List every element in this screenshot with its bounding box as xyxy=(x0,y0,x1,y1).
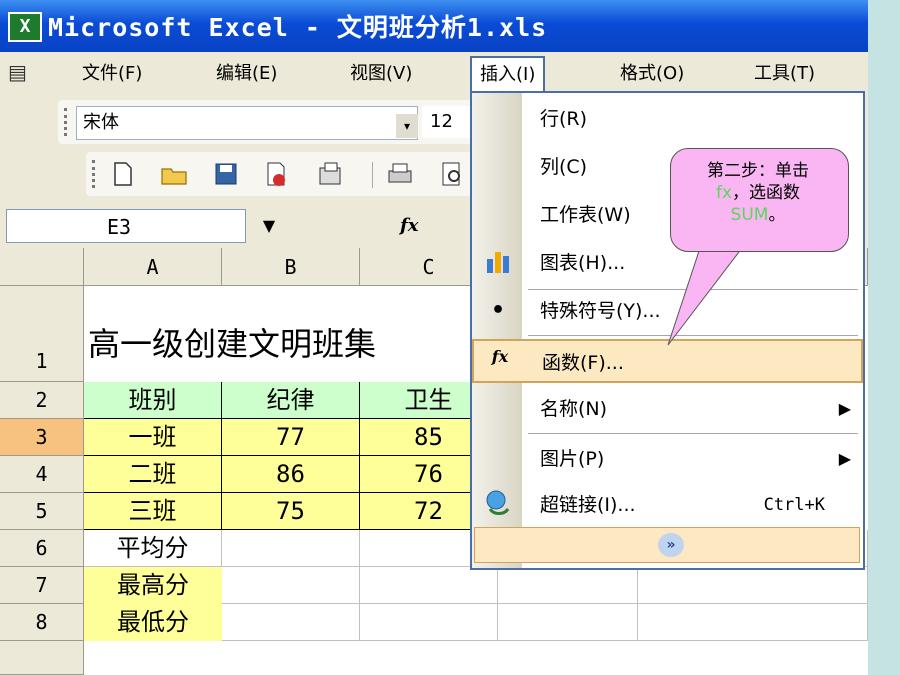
menu-view[interactable]: 视图(V) xyxy=(342,60,420,88)
name-box-dropdown-icon[interactable]: ▼ xyxy=(252,209,286,243)
workbook-menu-icon[interactable]: ▤ xyxy=(8,60,42,88)
row-header-6[interactable]: 6 xyxy=(0,530,84,567)
submenu-arrow-icon: ▶ xyxy=(838,449,851,468)
empty-cell[interactable] xyxy=(498,604,638,641)
print-preview-icon[interactable] xyxy=(438,160,466,188)
empty-cell[interactable] xyxy=(360,604,498,641)
name-box[interactable]: E3 xyxy=(6,209,246,243)
menu-item-label: 超链接(I)... xyxy=(540,494,636,516)
menu-item-shortcut: Ctrl+K xyxy=(763,495,825,515)
menu-item-label: 特殊符号(Y)... xyxy=(540,300,661,322)
excel-window: X Microsoft Excel - 文明班分析1.xls ▤ 文件(F) 编… xyxy=(0,0,868,675)
menu-item-function[interactable]: fx 函数(F)... xyxy=(472,339,863,383)
callout-sum-text: SUM xyxy=(730,205,769,225)
permission-icon[interactable] xyxy=(262,160,290,188)
font-name-select[interactable]: 宋体 xyxy=(76,106,418,140)
data-cell-discipline[interactable]: 86 xyxy=(222,456,360,493)
callout-select-text: ，选函数 xyxy=(732,183,801,203)
header-cell-class[interactable]: 班别 xyxy=(84,382,222,419)
menu-separator xyxy=(528,433,858,434)
row-header-8[interactable]: 8 xyxy=(0,604,84,641)
data-cell-discipline[interactable]: 77 xyxy=(222,419,360,456)
menu-tools[interactable]: 工具(T) xyxy=(746,60,823,88)
menu-item-special-symbol[interactable]: • 特殊符号(Y)... xyxy=(472,289,863,333)
column-header-b[interactable]: B xyxy=(222,248,360,286)
header-cell-discipline[interactable]: 纪律 xyxy=(222,382,360,419)
column-header-a[interactable]: A xyxy=(84,248,222,286)
menu-item-label: 图表(H)... xyxy=(540,252,626,274)
menu-edit[interactable]: 编辑(E) xyxy=(208,60,285,88)
insert-function-icon[interactable]: fx xyxy=(400,209,418,243)
double-chevron-down-icon[interactable]: » xyxy=(658,533,684,557)
formatting-toolbar: 宋体 ▾ 12 xyxy=(58,100,486,144)
toolbar-grip[interactable] xyxy=(64,108,71,136)
menu-bar: ▤ 文件(F) 编辑(E) 视图(V) 插入(I) 格式(O) 工具(T) xyxy=(0,52,868,96)
sheet-title-cell[interactable]: 高一级创建文明班集 xyxy=(84,286,484,382)
menu-item-label: 函数(F)... xyxy=(542,352,624,374)
callout-step-text: 第二步：单击 xyxy=(707,161,809,181)
window-title: Microsoft Excel - 文明班分析1.xls xyxy=(48,13,548,42)
new-document-icon[interactable] xyxy=(108,160,136,188)
toolbar-grip[interactable] xyxy=(92,160,99,188)
slide-background xyxy=(868,0,900,675)
menu-item-name[interactable]: 名称(N) ▶ xyxy=(472,387,863,431)
data-cell-discipline[interactable]: 75 xyxy=(222,493,360,530)
email-icon[interactable] xyxy=(316,160,344,188)
menu-expand-bar[interactable]: » xyxy=(474,527,860,563)
empty-cell[interactable] xyxy=(638,604,868,641)
callout-action-line: fx，选函数 xyxy=(683,183,833,203)
menu-item-label: 行(R) xyxy=(540,108,588,130)
data-cell-class[interactable]: 一班 xyxy=(84,419,222,456)
empty-cell[interactable] xyxy=(222,530,360,567)
row-header-3[interactable]: 3 xyxy=(0,419,84,456)
callout-fx-text: fx xyxy=(715,183,733,203)
bullet-icon: • xyxy=(490,298,506,323)
font-dropdown-icon[interactable]: ▾ xyxy=(396,114,418,138)
empty-cell[interactable] xyxy=(360,567,498,604)
menu-item-hyperlink[interactable]: 超链接(I)... Ctrl+K xyxy=(472,483,863,527)
hyperlink-icon xyxy=(482,489,514,521)
stat-label-cell[interactable]: 最低分 xyxy=(84,604,222,641)
empty-cell[interactable] xyxy=(222,567,360,604)
callout-function-line: SUM。 xyxy=(683,205,833,225)
select-all-corner[interactable] xyxy=(0,248,84,286)
menu-item-picture[interactable]: 图片(P) ▶ xyxy=(472,437,863,481)
instruction-callout: 第二步：单击 fx，选函数 SUM。 xyxy=(670,148,849,252)
open-folder-icon[interactable] xyxy=(160,160,188,188)
title-bar: X Microsoft Excel - 文明班分析1.xls xyxy=(0,0,868,52)
callout-period-text: 。 xyxy=(768,205,786,225)
toolbar-separator xyxy=(372,162,373,188)
row-header-2[interactable]: 2 xyxy=(0,382,84,419)
submenu-arrow-icon: ▶ xyxy=(838,399,851,418)
menu-separator xyxy=(528,335,858,336)
print-icon[interactable] xyxy=(386,160,414,188)
chart-icon xyxy=(482,247,514,279)
fx-icon: fx xyxy=(491,347,509,366)
menu-item-label: 名称(N) xyxy=(540,398,608,420)
row-header-7[interactable]: 7 xyxy=(0,567,84,604)
row-header[interactable] xyxy=(0,641,84,675)
data-cell-class[interactable]: 二班 xyxy=(84,456,222,493)
row-header-1[interactable]: 1 xyxy=(0,286,84,382)
menu-item-label: 工作表(W) xyxy=(540,204,631,226)
menu-format[interactable]: 格式(O) xyxy=(612,60,692,88)
save-icon[interactable] xyxy=(212,160,240,188)
empty-cell[interactable] xyxy=(638,567,868,604)
row-header-4[interactable]: 4 xyxy=(0,456,84,493)
row-header-5[interactable]: 5 xyxy=(0,493,84,530)
menu-file[interactable]: 文件(F) xyxy=(74,60,150,88)
standard-toolbar xyxy=(86,152,478,196)
menu-item-label: 列(C) xyxy=(540,156,588,178)
stat-label-cell[interactable]: 平均分 xyxy=(84,530,222,567)
menu-insert[interactable]: 插入(I) xyxy=(470,56,546,92)
excel-app-icon[interactable]: X xyxy=(8,12,42,42)
data-cell-class[interactable]: 三班 xyxy=(84,493,222,530)
menu-item-row[interactable]: 行(R) xyxy=(472,97,863,141)
empty-cell[interactable] xyxy=(498,567,638,604)
menu-item-label: 图片(P) xyxy=(540,448,605,470)
stat-label-cell[interactable]: 最高分 xyxy=(84,567,222,604)
empty-cell[interactable] xyxy=(222,604,360,641)
